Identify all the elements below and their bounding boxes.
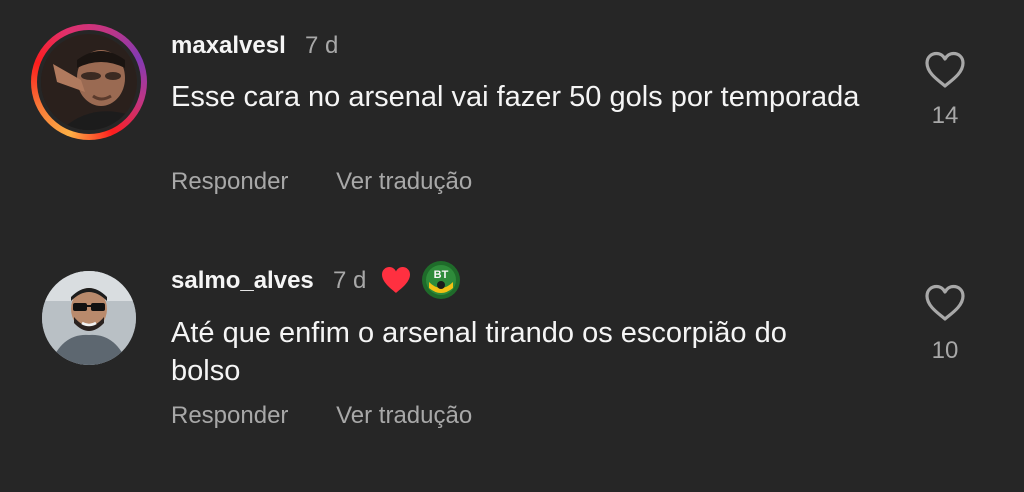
see-translation-button[interactable]: Ver tradução [336, 402, 472, 430]
reply-button[interactable]: Responder [171, 168, 288, 196]
see-translation-button[interactable]: Ver tradução [336, 168, 472, 196]
like-count[interactable]: 14 [915, 102, 975, 130]
svg-text:BT: BT [434, 269, 449, 281]
comment-item: salmo_alves 7 d BT Até que enfim o arsen… [0, 245, 1024, 492]
avatar-story-ring[interactable] [31, 24, 147, 140]
like-button[interactable] [923, 283, 967, 323]
like-button[interactable] [923, 50, 967, 90]
avatar-ring-gap [37, 30, 141, 134]
username[interactable]: salmo_alves [171, 267, 314, 295]
red-heart-icon [382, 267, 410, 293]
username[interactable]: maxalvesl [171, 32, 286, 60]
timestamp: 7 d [333, 267, 367, 294]
comment-actions: Responder Ver tradução [171, 168, 472, 196]
heart-outline-icon [925, 51, 965, 88]
comment-text: Até que enfim o arsenal tirando os escor… [171, 317, 787, 387]
reply-button[interactable]: Responder [171, 402, 288, 430]
comment-item: maxalvesl 7 d Esse cara no arsenal vai f… [0, 0, 1024, 245]
avatar[interactable] [41, 34, 137, 130]
comment-text: Esse cara no arsenal vai fazer 50 gols p… [171, 81, 860, 113]
like-count[interactable]: 10 [915, 337, 975, 365]
comment-actions: Responder Ver tradução [171, 402, 472, 430]
avatar-image [41, 34, 137, 130]
avatar-image [42, 271, 136, 365]
timestamp: 7 d [305, 32, 339, 59]
heart-outline-icon [925, 284, 965, 321]
br-badge-icon: BT [422, 261, 460, 299]
avatar[interactable] [42, 271, 136, 365]
